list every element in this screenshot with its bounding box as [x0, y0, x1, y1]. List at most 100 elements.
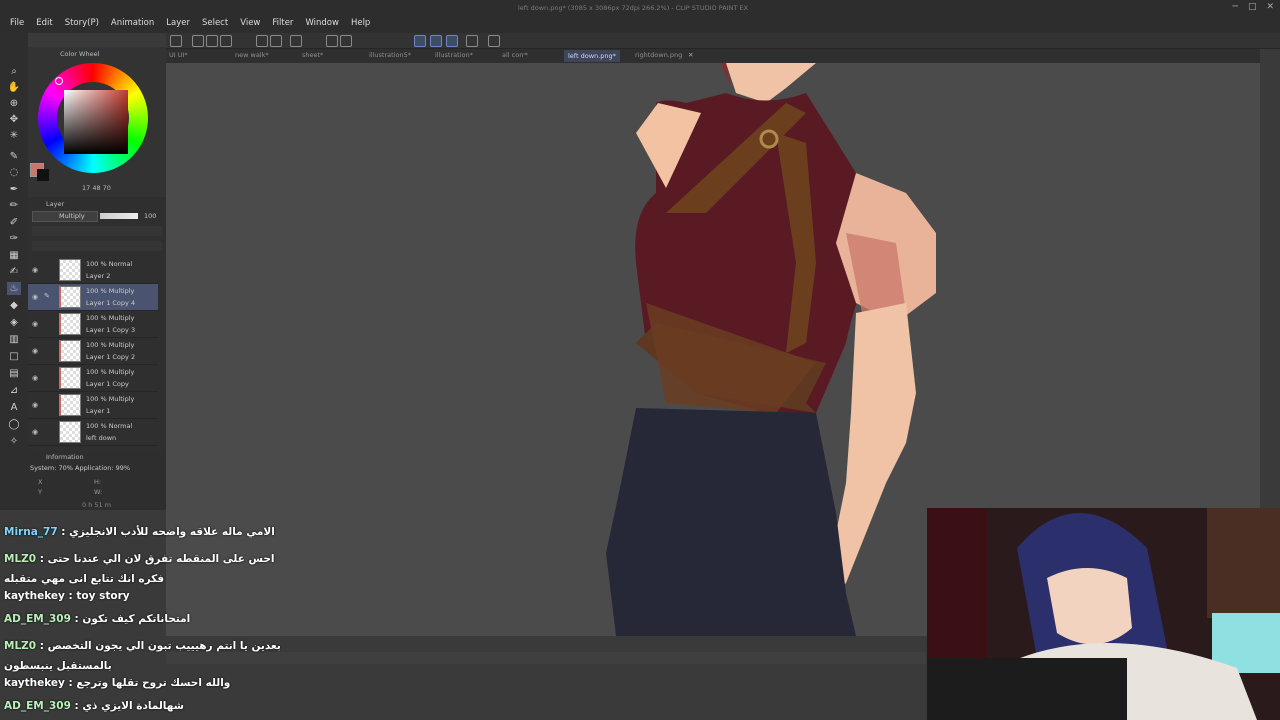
fill-bucket-icon[interactable]: ◈ — [7, 316, 21, 329]
chat-text: الامي ماله علاقه واضحه للأدب الانجليزي — [69, 526, 275, 538]
eyedropper-icon[interactable]: ✎ — [7, 150, 21, 163]
info-panel-title: Information — [46, 453, 84, 461]
layer-row[interactable]: ◉ 100 % Normal left down — [28, 419, 158, 446]
layer-blend: 100 % Multiply — [86, 368, 135, 376]
gradient-icon[interactable]: ▥ — [7, 333, 21, 346]
chat-username: MLZ0 — [4, 640, 37, 652]
chat-text: بعدين يا انتم رهيييب تبون الي يجون التخص… — [4, 640, 281, 672]
menu-edit[interactable]: Edit — [30, 17, 58, 29]
layer-actions-bar — [32, 241, 162, 251]
eye-icon[interactable]: ◉ — [32, 374, 38, 382]
eye-icon[interactable]: ◉ — [32, 428, 38, 436]
tab-sheet[interactable]: sheet* — [302, 51, 323, 59]
blend-mode-select[interactable]: Multiply — [32, 211, 98, 222]
new-file-icon[interactable] — [192, 35, 204, 47]
blend-icon[interactable]: ♨ — [7, 282, 21, 295]
tab-rightdown[interactable]: rightdown.png — [635, 51, 682, 59]
ruler-snap-icon[interactable] — [414, 35, 426, 47]
tab-illustration5[interactable]: illustration5* — [369, 51, 411, 59]
eye-icon[interactable]: ◉ — [32, 266, 38, 274]
y-label: Y — [38, 488, 42, 496]
decoration-icon[interactable]: ▦ — [7, 249, 21, 262]
figure-icon[interactable]: □ — [7, 350, 21, 363]
clear-icon[interactable] — [290, 35, 302, 47]
menu-select[interactable]: Select — [196, 17, 234, 29]
chat-text: toy story — [76, 590, 130, 602]
window-title: left down.png* (3085 x 3086px 72dpi 266.… — [518, 4, 749, 12]
layer-row[interactable]: ◉ 100 % Multiply Layer 1 Copy — [28, 365, 158, 392]
help-icon[interactable] — [488, 35, 500, 47]
text-icon[interactable]: A — [7, 401, 21, 414]
correct-line-icon[interactable]: ✧ — [7, 435, 21, 448]
auto-select-icon[interactable]: ✳ — [7, 129, 21, 142]
smudge-icon[interactable]: ✍ — [7, 265, 21, 278]
tab-ui-ui[interactable]: UI UI* — [169, 51, 188, 59]
layer-row[interactable]: ◉ 100 % Multiply Layer 1 — [28, 392, 158, 419]
zoom-icon[interactable]: ⌕ — [7, 65, 21, 78]
menu-window[interactable]: Window — [299, 17, 345, 29]
pen-icon[interactable]: ✒ — [7, 183, 21, 196]
brush-icon[interactable]: ✐ — [7, 216, 21, 229]
eye-icon[interactable]: ◉ — [32, 347, 38, 355]
menu-view[interactable]: View — [234, 17, 266, 29]
fill-icon[interactable] — [326, 35, 338, 47]
layer-select-icon[interactable]: ⊕ — [7, 97, 21, 110]
eraser-icon[interactable]: ◆ — [7, 299, 21, 312]
layer-thumbnail — [59, 259, 81, 281]
chat-message: MLZ0 : احس على المنقطه تفرق لان الي عندن… — [4, 553, 275, 585]
menu-file[interactable]: File — [4, 17, 30, 29]
layer-thumbnail — [59, 313, 81, 335]
pencil-icon[interactable]: ✏ — [7, 199, 21, 212]
hand-icon[interactable]: ✋ — [7, 81, 21, 94]
menu-layer[interactable]: Layer — [160, 17, 196, 29]
grid-snap-icon[interactable] — [446, 35, 458, 47]
tab-left-down[interactable]: left down.png* — [564, 50, 620, 62]
maximize-button[interactable]: □ — [1248, 2, 1257, 12]
airbrush-icon[interactable]: ✑ — [7, 232, 21, 245]
undo-icon[interactable] — [256, 35, 268, 47]
menu-story[interactable]: Story(P) — [59, 17, 105, 29]
eye-icon[interactable]: ◉ — [32, 293, 38, 301]
hue-marker[interactable] — [55, 77, 63, 85]
layer-row[interactable]: ◉ 100 % Normal Layer 2 — [28, 257, 158, 284]
menu-animation[interactable]: Animation — [105, 17, 160, 29]
close-tab-icon[interactable]: ✕ — [688, 51, 693, 59]
layer-row[interactable]: ◉ 100 % Multiply Layer 1 Copy 3 — [28, 311, 158, 338]
layer-row[interactable]: ◉ 100 % Multiply Layer 1 Copy 2 — [28, 338, 158, 365]
chat-message: MLZ0 : بعدين يا انتم رهيييب تبون الي يجو… — [4, 640, 281, 672]
special-ruler-snap-icon[interactable] — [430, 35, 442, 47]
menu-bar: File Edit Story(P) Animation Layer Selec… — [4, 17, 376, 29]
open-file-icon[interactable] — [206, 35, 218, 47]
eye-icon[interactable]: ◉ — [32, 401, 38, 409]
layer-blend: 100 % Multiply — [86, 341, 135, 349]
layer-blend: 100 % Multiply — [86, 395, 135, 403]
redo-icon[interactable] — [270, 35, 282, 47]
minimize-button[interactable]: ─ — [1233, 2, 1238, 12]
menu-filter[interactable]: Filter — [266, 17, 299, 29]
ruler-icon[interactable]: ⊿ — [7, 384, 21, 397]
menu-help[interactable]: Help — [345, 17, 376, 29]
home-icon[interactable] — [170, 35, 182, 47]
frame-icon[interactable]: ▤ — [7, 367, 21, 380]
streamer-avatar-cam — [927, 508, 1280, 720]
layer-thumbnail — [59, 394, 81, 416]
saturation-value-square[interactable] — [64, 90, 128, 154]
avatar-illustration — [927, 508, 1280, 720]
tab-new-walk[interactable]: new walk* — [235, 51, 269, 59]
opacity-slider[interactable] — [100, 213, 138, 219]
transform-icon[interactable] — [340, 35, 352, 47]
move-icon[interactable]: ✥ — [7, 113, 21, 126]
save-icon[interactable] — [220, 35, 232, 47]
layer-blend: 100 % Normal — [86, 422, 133, 430]
tab-illustration[interactable]: illustration* — [435, 51, 473, 59]
chat-text: شهالمادة الايزي ذي — [82, 700, 184, 712]
lasso-icon[interactable]: ◌ — [7, 166, 21, 179]
layer-blend: 100 % Normal — [86, 260, 133, 268]
secondary-color[interactable] — [37, 169, 49, 181]
settings-icon[interactable] — [466, 35, 478, 47]
balloon-icon[interactable]: ◯ — [7, 418, 21, 431]
tab-all-corr[interactable]: all corr* — [502, 51, 528, 59]
layer-row-selected[interactable]: ◉ ✎ 100 % Multiply Layer 1 Copy 4 — [28, 284, 158, 311]
eye-icon[interactable]: ◉ — [32, 320, 38, 328]
close-button[interactable]: ✕ — [1266, 2, 1274, 12]
